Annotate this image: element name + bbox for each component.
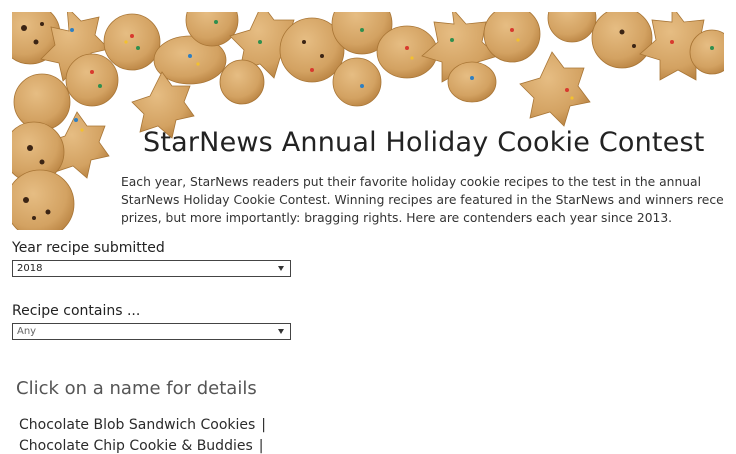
- year-filter-value: 2018: [17, 263, 43, 274]
- intro-line: prizes, but more importantly: bragging r…: [121, 211, 673, 225]
- ingredient-filter-dropdown[interactable]: Any: [12, 323, 291, 340]
- recipe-name-link[interactable]: Chocolate Chip Cookie & Buddies: [19, 438, 253, 454]
- separator: |: [261, 417, 267, 433]
- intro-line: StarNews Holiday Cookie Contest. Winning…: [121, 193, 724, 207]
- header-banner: StarNews Annual Holiday Cookie Contest E…: [12, 12, 724, 230]
- dropdown-arrow-icon: [278, 329, 284, 334]
- recipe-list-item: Chocolate Blob Sandwich Cookies |: [19, 417, 266, 433]
- year-filter-label: Year recipe submitted: [12, 240, 165, 256]
- details-heading: Click on a name for details: [16, 378, 257, 399]
- separator: |: [258, 438, 264, 454]
- recipe-name-link[interactable]: Chocolate Blob Sandwich Cookies: [19, 417, 255, 433]
- dropdown-arrow-icon: [278, 266, 284, 271]
- intro-line: Each year, StarNews readers put their fa…: [121, 175, 701, 189]
- year-filter-dropdown[interactable]: 2018: [12, 260, 291, 277]
- intro-text: Each year, StarNews readers put their fa…: [121, 173, 724, 227]
- page-title: StarNews Annual Holiday Cookie Contest: [143, 127, 705, 158]
- ingredient-filter-label: Recipe contains ...: [12, 303, 141, 319]
- ingredient-filter-value: Any: [17, 326, 37, 337]
- recipe-list-item: Chocolate Chip Cookie & Buddies |: [19, 438, 263, 454]
